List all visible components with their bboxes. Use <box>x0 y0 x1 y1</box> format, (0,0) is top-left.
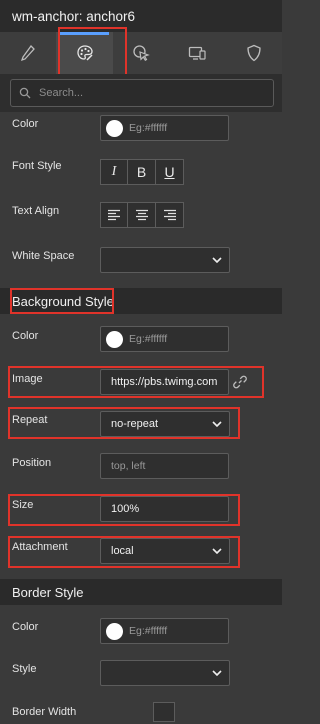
position-placeholder: top, left <box>111 460 146 472</box>
search-icon <box>19 87 31 99</box>
search-bar <box>0 74 282 112</box>
pencil-icon <box>21 45 36 62</box>
align-center-button[interactable] <box>128 202 156 228</box>
text-align-label: Text Align <box>12 205 60 217</box>
color-swatch[interactable] <box>106 330 123 348</box>
bold-button[interactable]: B <box>128 159 156 185</box>
chevron-down-icon <box>212 257 222 263</box>
highlight-image-row <box>8 366 264 398</box>
tab-security[interactable] <box>226 32 282 74</box>
align-right-button[interactable] <box>156 202 184 228</box>
bg-color-field[interactable]: Eg:#ffffff <box>100 326 229 352</box>
border-width-label: Border Width <box>12 706 77 718</box>
position-input[interactable]: top, left <box>100 453 229 479</box>
shield-icon <box>247 44 261 62</box>
align-right-icon <box>163 209 176 221</box>
align-left-button[interactable] <box>100 202 128 228</box>
bg-color-placeholder: Eg:#ffffff <box>129 333 168 345</box>
highlight-size-row <box>8 494 240 526</box>
highlight-attachment-row <box>8 536 240 568</box>
border-color-label: Color <box>12 621 39 633</box>
text-align-buttons <box>100 202 184 228</box>
properties-tabs <box>0 32 282 74</box>
search-input[interactable] <box>37 86 261 100</box>
border-style-select[interactable] <box>100 660 230 686</box>
border-color-field[interactable]: Eg:#ffffff <box>100 618 229 644</box>
underline-button[interactable]: U <box>156 159 184 185</box>
text-color-placeholder: Eg:#ffffff <box>129 122 168 134</box>
color-swatch[interactable] <box>106 622 123 640</box>
chevron-down-icon <box>212 670 222 676</box>
cursor-click-icon <box>133 45 150 62</box>
border-style-label: Style <box>12 663 37 675</box>
bg-color-label: Color <box>12 330 39 342</box>
italic-button[interactable]: I <box>100 159 128 185</box>
border-width-checkbox[interactable] <box>153 702 175 722</box>
white-space-label: White Space <box>12 250 75 262</box>
panel-title: wm-anchor: anchor6 <box>12 8 136 24</box>
highlight-background-header <box>10 288 114 314</box>
align-center-icon <box>135 209 148 221</box>
devices-icon <box>189 46 207 60</box>
font-style-buttons: I B U <box>100 159 184 185</box>
search-box <box>10 79 274 107</box>
panel-title-bar: wm-anchor: anchor6 <box>0 0 282 32</box>
tab-properties[interactable] <box>0 32 56 74</box>
highlight-repeat-row <box>8 407 240 439</box>
tab-devices[interactable] <box>169 32 225 74</box>
text-color-field[interactable]: Eg:#ffffff <box>100 115 229 141</box>
font-style-label: Font Style <box>12 160 62 172</box>
border-style-header[interactable]: Border Style <box>0 579 282 605</box>
text-color-label: Color <box>12 118 39 130</box>
color-swatch[interactable] <box>106 119 123 137</box>
border-color-placeholder: Eg:#ffffff <box>129 625 168 637</box>
border-style-title: Border Style <box>12 584 84 600</box>
position-label: Position <box>12 457 52 469</box>
align-left-icon <box>108 209 120 221</box>
white-space-select[interactable] <box>100 247 230 273</box>
